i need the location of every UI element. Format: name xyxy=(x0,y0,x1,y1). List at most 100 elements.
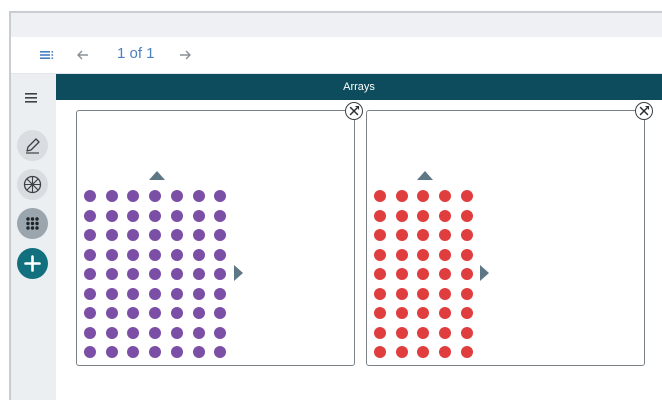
array-dot xyxy=(417,229,430,241)
array-dot xyxy=(192,326,205,339)
array-dot xyxy=(127,229,140,241)
add-icon xyxy=(24,255,41,272)
dot-grid-icon xyxy=(26,217,39,230)
array-dot xyxy=(170,268,183,280)
close-panel-button[interactable] xyxy=(635,102,653,120)
array-dot xyxy=(105,229,118,241)
array-dot xyxy=(214,307,227,319)
pencil-icon xyxy=(26,138,40,154)
workspace-title-bar: Arrays xyxy=(56,74,662,100)
array-dot xyxy=(149,268,162,280)
array-dot xyxy=(374,229,386,241)
array-dot xyxy=(395,190,408,202)
array-dot xyxy=(170,346,183,358)
array-dot xyxy=(395,268,408,280)
arrow-right-icon[interactable] xyxy=(175,45,195,65)
array-dot xyxy=(192,268,205,280)
add-button[interactable] xyxy=(17,248,48,279)
close-icon xyxy=(349,105,360,116)
array-dot xyxy=(192,248,205,261)
array-dot xyxy=(84,229,96,241)
array-dot xyxy=(417,268,430,280)
array-dot xyxy=(439,287,452,300)
array-dot xyxy=(127,287,140,300)
array-dot xyxy=(460,287,473,300)
array-dot xyxy=(192,229,205,241)
array-dot xyxy=(149,307,162,319)
array-dot xyxy=(127,346,140,358)
array-dot xyxy=(395,307,408,319)
array-dot xyxy=(192,190,205,202)
array-dot xyxy=(214,209,227,222)
array-dot xyxy=(127,190,140,202)
pencil-tool-button[interactable] xyxy=(17,130,48,161)
array-dot xyxy=(149,346,162,358)
workspace-canvas xyxy=(56,100,662,400)
array-dot xyxy=(105,209,118,222)
array-dot xyxy=(105,307,118,319)
array-column-handle[interactable] xyxy=(417,171,433,180)
close-panel-button[interactable] xyxy=(345,102,363,120)
array-dot xyxy=(105,326,118,339)
array-dot xyxy=(84,307,96,319)
array-dot xyxy=(460,307,473,319)
array-dot xyxy=(417,326,430,339)
array-dot xyxy=(127,307,140,319)
array-dot xyxy=(374,307,386,319)
array-dot xyxy=(374,287,386,300)
array-dot xyxy=(170,326,183,339)
array-dot xyxy=(214,190,227,202)
array-dot xyxy=(105,268,118,280)
array-dot xyxy=(149,248,162,261)
array-dot xyxy=(214,326,227,339)
array-row-handle[interactable] xyxy=(234,265,243,281)
array-dot xyxy=(460,326,473,339)
array-dot xyxy=(460,268,473,280)
menu-icon[interactable] xyxy=(23,90,43,106)
page-indicator: 1 of 1 xyxy=(117,45,155,62)
array-dot xyxy=(170,248,183,261)
array-dot xyxy=(127,326,140,339)
array-dot xyxy=(127,209,140,222)
array-dot xyxy=(84,190,96,202)
reel-tool-button[interactable] xyxy=(17,169,48,200)
close-icon xyxy=(639,105,650,116)
arrow-left-icon[interactable] xyxy=(73,45,93,65)
array-dot xyxy=(374,346,386,358)
array-row-handle[interactable] xyxy=(480,265,489,281)
array-dot xyxy=(214,229,227,241)
array-dot xyxy=(84,268,96,280)
array-dot xyxy=(84,287,96,300)
array-dot xyxy=(395,326,408,339)
array-dot xyxy=(192,346,205,358)
array-dot xyxy=(460,209,473,222)
array-dot xyxy=(460,346,473,358)
array-dot xyxy=(417,287,430,300)
array-dot xyxy=(439,268,452,280)
array-dot xyxy=(417,209,430,222)
array-dot xyxy=(439,190,452,202)
tool-sidebar xyxy=(11,74,56,400)
array-column-handle[interactable] xyxy=(149,171,165,180)
array-dot xyxy=(395,248,408,261)
array-dot xyxy=(374,248,386,261)
array-panel xyxy=(76,102,363,366)
reel-icon xyxy=(23,175,42,194)
list-icon[interactable] xyxy=(37,45,57,65)
array-dot xyxy=(439,248,452,261)
app-frame: 1 of 1 Arrays xyxy=(9,11,662,400)
array-dot xyxy=(417,307,430,319)
array-dot xyxy=(84,326,96,339)
array-dot xyxy=(374,190,386,202)
array-dot xyxy=(439,346,452,358)
array-dot xyxy=(192,307,205,319)
array-dot xyxy=(417,190,430,202)
array-dot xyxy=(214,287,227,300)
array-dot xyxy=(460,229,473,241)
array-dot xyxy=(214,346,227,358)
array-dot xyxy=(417,248,430,261)
array-dot xyxy=(374,209,386,222)
top-strip xyxy=(11,13,662,37)
dot-grid-tool-button[interactable] xyxy=(17,208,48,239)
array-dot xyxy=(149,287,162,300)
